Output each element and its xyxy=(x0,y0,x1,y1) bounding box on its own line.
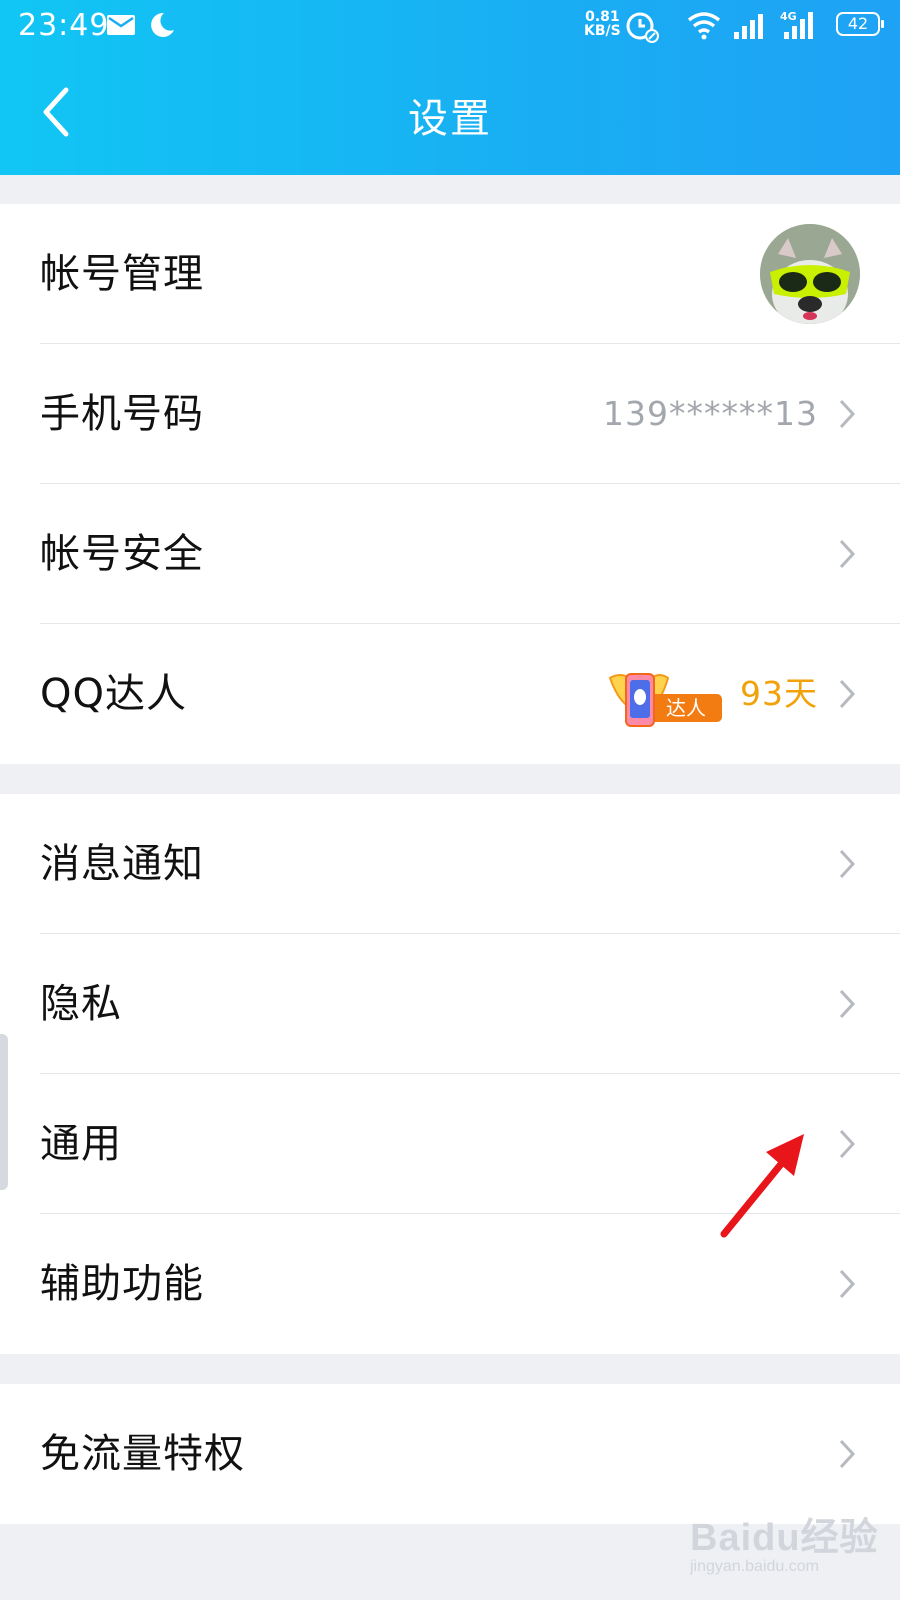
chevron-right-icon xyxy=(839,989,856,1019)
chevron-right-icon xyxy=(839,399,856,429)
chevron-right-icon xyxy=(839,1129,856,1159)
status-time: 23:49 xyxy=(18,8,110,43)
wifi-icon xyxy=(687,12,721,40)
row-label: 辅助功能 xyxy=(40,1261,204,1307)
chevron-right-icon xyxy=(839,849,856,879)
signal-icon xyxy=(734,14,763,39)
row-phone-number[interactable]: 手机号码 139******13 xyxy=(0,344,900,484)
chevron-right-icon xyxy=(839,1439,856,1469)
edge-handle[interactable] xyxy=(0,1034,8,1190)
daren-badge-text: 达人 xyxy=(666,696,706,720)
network-speed-unit: KB/S xyxy=(584,23,621,39)
app-header: 23:49 0.81 KB/S 4G 42 设置 xyxy=(0,0,900,175)
row-account-security[interactable]: 帐号安全 xyxy=(0,484,900,624)
watermark-brand: Baidu经验 xyxy=(690,1517,879,1559)
status-bar: 23:49 0.81 KB/S 4G 42 xyxy=(0,0,900,52)
svg-text:4G: 4G xyxy=(780,10,797,23)
network-speed-value: 0.81 xyxy=(585,9,620,25)
signal-4g-icon: 4G xyxy=(780,10,813,39)
row-label: 免流量特权 xyxy=(40,1431,245,1477)
row-label: 帐号管理 xyxy=(40,251,204,297)
daren-days-value: 93天 xyxy=(740,674,818,713)
row-general[interactable]: 通用 xyxy=(0,1074,900,1214)
row-label: QQ达人 xyxy=(40,671,187,717)
settings-group-general: 消息通知 隐私 通用 辅助功能 xyxy=(0,794,900,1354)
mail-notification-icon xyxy=(107,15,135,35)
row-accessibility[interactable]: 辅助功能 xyxy=(0,1214,900,1354)
alarm-icon xyxy=(626,12,659,43)
moon-icon xyxy=(151,12,174,37)
row-label: 通用 xyxy=(40,1121,122,1167)
daren-badge: 达人 xyxy=(606,664,728,736)
avatar[interactable] xyxy=(760,224,860,324)
row-label: 手机号码 xyxy=(40,391,204,437)
baidu-jingyan-watermark: Baidu经验 jingyan.baidu.com xyxy=(690,1502,880,1588)
chevron-right-icon xyxy=(839,679,856,709)
row-label: 隐私 xyxy=(40,981,122,1027)
chevron-right-icon xyxy=(839,539,856,569)
battery-indicator: 42 xyxy=(836,12,884,36)
row-message-notification[interactable]: 消息通知 xyxy=(0,794,900,934)
row-privacy[interactable]: 隐私 xyxy=(0,934,900,1074)
row-label: 消息通知 xyxy=(40,841,204,887)
page-title: 设置 xyxy=(408,96,492,142)
row-account-management[interactable]: 帐号管理 xyxy=(0,204,900,344)
avatar-image xyxy=(760,224,860,324)
row-qq-daren[interactable]: QQ达人 达人 93天 xyxy=(0,624,900,764)
phone-number-value: 139******13 xyxy=(603,394,818,433)
row-label: 帐号安全 xyxy=(40,531,204,577)
settings-group-account: 帐号管理 手机号码 139******13 帐号安全 QQ达人 达人 93天 xyxy=(0,204,900,764)
chevron-right-icon xyxy=(839,1269,856,1299)
watermark-url: jingyan.baidu.com xyxy=(690,1558,819,1575)
network-speed: 0.81 KB/S xyxy=(584,10,621,38)
